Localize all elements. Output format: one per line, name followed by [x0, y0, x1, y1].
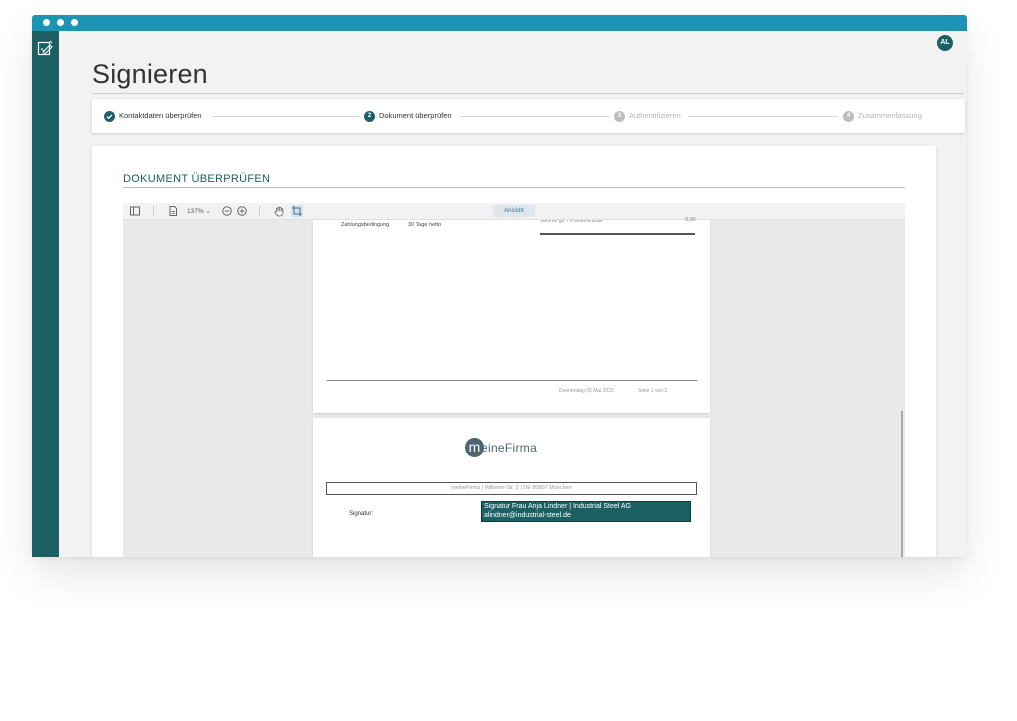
step-dokument[interactable]: 2 Dokument überprüfen — [364, 110, 452, 122]
page-title: Signieren — [92, 59, 208, 89]
app-sidebar — [32, 31, 59, 557]
section-divider — [123, 187, 905, 188]
step-label: Kontaktdaten überprüfen — [119, 111, 202, 121]
toolbar-separator — [259, 206, 260, 216]
sum-underline — [540, 233, 695, 235]
signature-label: Signatur: — [349, 511, 374, 517]
step-connector — [460, 116, 610, 117]
company-logo: meineFirma — [465, 438, 537, 464]
logo-text: eineFirma — [481, 440, 538, 455]
vertical-scrollbar[interactable] — [901, 411, 903, 557]
crop-select-icon[interactable] — [291, 205, 303, 217]
section-title: DOKUMENT ÜBERPRÜFEN — [123, 173, 271, 185]
window-minimize-dot[interactable] — [57, 19, 64, 26]
hand-icon[interactable] — [273, 205, 285, 217]
zoom-select[interactable]: 137% ⌄ — [187, 206, 211, 218]
step-number: 4 — [843, 110, 854, 122]
window-titlebar — [32, 15, 967, 31]
footer-page: Seite 1 von 2 — [638, 388, 668, 394]
step-number: 3 — [614, 110, 625, 122]
terms-label: Zahlungsbedingung — [341, 222, 390, 228]
sign-document-icon[interactable] — [37, 39, 54, 56]
step-label: Authentifizieren — [629, 111, 681, 121]
terms-value: 30 Tage netto — [408, 222, 442, 228]
window-maximize-dot[interactable] — [71, 19, 78, 26]
stepper: Kontaktdaten überprüfen 2 Dokument überpr… — [92, 99, 965, 133]
pdf-page-1: Zahlungsbedingung 30 Tage netto Summe gp… — [313, 217, 710, 413]
step-kontaktdaten[interactable]: Kontaktdaten überprüfen — [104, 110, 202, 122]
thumbnail-pane — [123, 220, 313, 557]
check-icon — [104, 110, 115, 122]
step-label: Zusammenfassung — [858, 111, 922, 121]
zoom-in-icon[interactable] — [236, 205, 248, 217]
step-connector — [688, 116, 838, 117]
footer-date: Donnerstag 05 Mai 2022 — [559, 388, 614, 394]
sum-value: 0,00 — [685, 217, 696, 223]
document-icon[interactable] — [167, 205, 179, 217]
zoom-out-icon[interactable] — [221, 205, 233, 217]
signature-field[interactable]: Signatur Frau Anja Lindner | Industrial … — [481, 501, 691, 522]
step-connector — [212, 116, 360, 117]
sum-label: Summe gp. / Positionsrabatt — [540, 220, 603, 223]
app-window: AL Signieren Kontaktdaten überprüfen 2 Do… — [32, 15, 967, 557]
sidebar-icon[interactable] — [129, 205, 141, 217]
step-label: Dokument überprüfen — [379, 111, 452, 121]
signature-name: Signatur Frau Anja Lindner | Industrial … — [484, 503, 631, 510]
window-close-dot[interactable] — [43, 19, 50, 26]
address-line: meineFirma | Wilhelm-Str. 2 | DE 80807 M… — [326, 482, 697, 495]
pdf-viewer[interactable]: 137% ⌄ Ansicht Zahlungsbedingung 30 Tage… — [123, 203, 905, 557]
footer-rule — [327, 380, 697, 381]
pdf-pages: Zahlungsbedingung 30 Tage netto Summe gp… — [123, 217, 905, 557]
view-button[interactable]: Ansicht — [493, 205, 535, 217]
viewer-toolbar: 137% ⌄ Ansicht — [123, 203, 905, 220]
pdf-page-2: meineFirma meineFirma | Wilhelm-Str. 2 |… — [313, 418, 710, 557]
avatar[interactable]: AL — [937, 35, 953, 51]
step-number: 2 — [364, 110, 375, 122]
document-card: DOKUMENT ÜBERPRÜFEN 137% ⌄ Ansicht Zahlu… — [92, 146, 936, 557]
step-zusammenfassung[interactable]: 4 Zusammenfassung — [843, 110, 922, 122]
toolbar-separator — [153, 206, 154, 216]
signature-email: alindner@industrial-steel.de — [484, 511, 571, 519]
step-authentifizieren[interactable]: 3 Authentifizieren — [614, 110, 681, 122]
title-divider — [92, 93, 964, 94]
